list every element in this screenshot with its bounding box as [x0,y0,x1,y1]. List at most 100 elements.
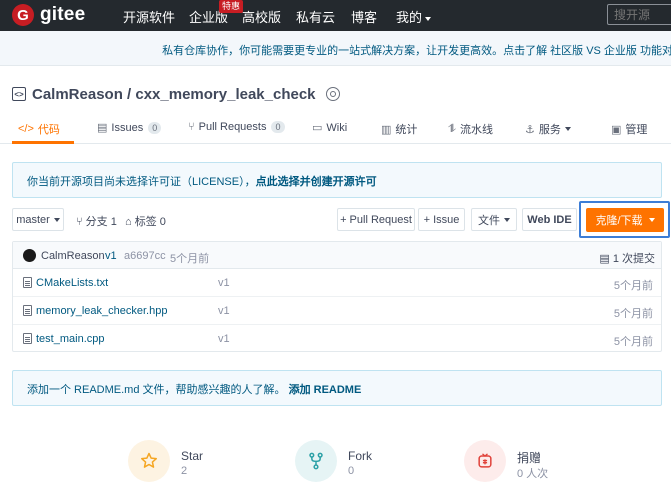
file-time: 5个月前 [613,308,653,320]
branches-link[interactable]: ⑂ 分支 1 [76,213,117,229]
commit-message[interactable]: v1 [105,250,117,262]
gitee-logo[interactable]: G gitee [12,3,85,27]
license-notice: 你当前开源项目尚未选择许可证（LICENSE），点此选择并创建开源许可 [12,162,662,198]
fork-button[interactable] [295,440,337,482]
promo-banner-text[interactable]: 私有仓库协作，你可能需要更专业的一站式解决方案，让开发更高效。点击了解 社区版 … [162,42,671,58]
promo-badge: 特惠 [219,0,244,13]
file-commit-message[interactable]: v1 [218,277,230,289]
donate-stat[interactable]: 捐赠 0 人次 [464,440,574,485]
table-row[interactable]: test_main.cpp v1 5个月前 [13,325,661,353]
tab-code[interactable]: </> 代码 [18,121,60,137]
chevron-down-icon [504,217,510,222]
services-icon: ⚓ [525,123,535,136]
active-tab-indicator [12,141,74,144]
file-name[interactable]: memory_leak_checker.hpp [36,305,167,317]
fork-count[interactable]: 0 [348,465,354,477]
nav-private-cloud[interactable]: 私有云 [296,7,335,26]
file-commit-message[interactable]: v1 [218,333,230,345]
file-name[interactable]: test_main.cpp [36,333,104,345]
file-time: 5个月前 [613,336,653,348]
clone-focus-outline: 克隆/下载 [579,201,670,238]
pull-request-icon: ⑂ [188,121,195,133]
file-list: CalmReason v1 a6697cc 5个月前 ▤ 1 次提交 CMake… [12,241,662,352]
branches-count: 分支 1 [85,216,117,228]
file-icon [23,305,32,316]
branch-icon: ⑂ [76,216,86,228]
fork-label: Fork [348,449,372,463]
file-name[interactable]: CMakeLists.txt [36,277,108,289]
nav-university[interactable]: 高校版 [242,7,281,26]
tab-stats-label: 统计 [395,124,418,136]
tab-pull-requests[interactable]: ⑂ Pull Requests 0 [188,121,285,133]
star-icon [141,452,157,468]
tab-services[interactable]: ⚓ 服务 [525,121,571,137]
tab-issues[interactable]: ▤ Issues 0 [97,121,162,134]
fork-icon [309,452,323,470]
donate-label: 捐赠 [517,451,542,465]
top-nav: G gitee 开源软件 企业版 特惠 高校版 私有云 博客 我的 [0,0,671,31]
tab-manage[interactable]: ▣ 管理 [611,121,647,137]
tab-wiki[interactable]: ▭ Wiki [312,121,348,135]
branch-select-label: master [16,213,50,226]
chevron-down-icon [564,127,571,131]
commits-count: 1 次提交 [612,253,655,265]
files-dropdown-label: 文件 [478,214,500,227]
repo-title[interactable]: CalmReason / cxx_memory_leak_check [32,86,316,103]
donate-button[interactable] [464,440,506,482]
donate-icon [478,453,492,468]
chevron-down-icon [425,16,432,21]
star-button[interactable] [128,440,170,482]
tab-pipeline[interactable]: ⥮ 流水线 [448,121,493,137]
nav-mine-label: 我的 [396,10,423,25]
pull-requests-count: 0 [271,121,285,133]
code-icon: </> [18,123,34,135]
branch-select[interactable]: master [12,208,64,231]
file-commit-message[interactable]: v1 [218,305,230,317]
new-pull-request-button[interactable]: + Pull Request [337,208,415,231]
add-readme-link[interactable]: 添加 README [289,384,362,396]
star-count[interactable]: 2 [181,465,187,477]
commit-author[interactable]: CalmReason [41,250,105,262]
tags-link[interactable]: ⌂ 标签 0 [125,213,166,229]
readme-notice: 添加一个 README.md 文件，帮助感兴趣的人了解。 添加 README [12,370,662,406]
web-ide-button[interactable]: Web IDE [522,208,577,231]
nav-open-source[interactable]: 开源软件 [123,7,175,26]
fork-stat[interactable]: Fork 0 [295,440,405,485]
tab-stats[interactable]: ▥ 统计 [381,121,417,137]
repo-tabs: </> 代码 ▤ Issues 0 ⑂ Pull Requests 0 ▭ Wiki ▥ 统计… [0,113,671,144]
recommend-badge-icon[interactable] [325,87,340,101]
chevron-down-icon [648,218,655,222]
commit-hash[interactable]: a6697cc [124,250,166,262]
issues-count: 0 [148,121,162,134]
files-dropdown[interactable]: 文件 [471,208,517,231]
nav-mine[interactable]: 我的 [396,7,432,26]
code-repo-icon: <> [12,87,26,101]
gitee-logo-icon: G [12,4,34,26]
tab-manage-label: 管理 [625,124,648,136]
readme-notice-text: 添加一个 README.md 文件，帮助感兴趣的人了解。 [27,384,286,396]
search-input[interactable] [607,4,671,25]
star-stat[interactable]: Star 2 [128,440,238,485]
chevron-down-icon [53,217,60,222]
file-time: 5个月前 [613,280,653,292]
tab-pull-requests-label: Pull Requests [198,121,267,133]
tab-wiki-label: Wiki [326,121,348,134]
create-license-link[interactable]: 点此选择并创建开源许可 [256,176,377,188]
commits-icon: ▤ [599,253,613,265]
avatar[interactable] [23,249,36,262]
tab-pipeline-label: 流水线 [460,124,493,136]
file-icon [23,333,32,344]
latest-commit-row: CalmReason v1 a6697cc 5个月前 ▤ 1 次提交 [13,242,661,269]
pipeline-icon: ⥮ [448,122,456,135]
tag-icon: ⌂ [125,216,135,228]
nav-blog[interactable]: 博客 [351,7,377,26]
clone-download-button[interactable]: 克隆/下载 [586,208,664,232]
commit-time: 5个月前 [170,253,210,265]
commits-count-link[interactable]: ▤ 1 次提交 [599,250,655,266]
stats-icon: ▥ [381,123,392,136]
table-row[interactable]: CMakeLists.txt v1 5个月前 [13,269,661,297]
manage-icon: ▣ [611,123,622,136]
table-row[interactable]: memory_leak_checker.hpp v1 5个月前 [13,297,661,325]
clone-download-label: 克隆/下载 [595,215,643,227]
new-issue-button[interactable]: + Issue [418,208,465,231]
